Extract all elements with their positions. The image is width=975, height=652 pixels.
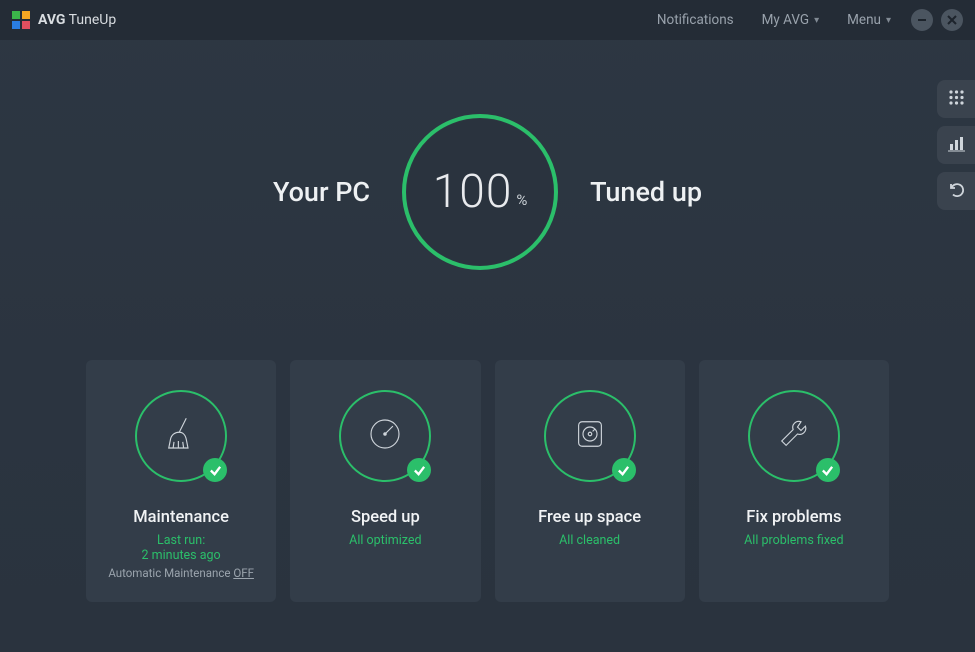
apps-grid-button[interactable] (937, 80, 975, 118)
feature-cards: Maintenance Last run: 2 minutes ago Auto… (0, 360, 975, 602)
hero-right-label: Tuned up (590, 176, 702, 208)
card-icon-ring (135, 390, 227, 482)
progress-ring: 100 % (398, 110, 562, 274)
app-title-rest: TuneUp (69, 12, 117, 28)
broom-icon (160, 413, 202, 459)
auto-maint-label: Automatic Maintenance (108, 566, 233, 580)
card-title: Speed up (351, 508, 420, 527)
undo-button[interactable] (937, 172, 975, 210)
check-icon (816, 458, 840, 482)
card-title: Maintenance (133, 508, 229, 527)
statistics-button[interactable] (937, 126, 975, 164)
hero-left-label: Your PC (273, 176, 370, 208)
minimize-button[interactable] (911, 9, 933, 31)
card-speed-up[interactable]: Speed up All optimized (290, 360, 480, 602)
chevron-down-icon: ▾ (886, 15, 891, 26)
my-avg-menu[interactable]: My AVG ▾ (762, 12, 820, 28)
check-icon (612, 458, 636, 482)
auto-maintenance-toggle[interactable]: OFF (233, 566, 254, 580)
check-icon (407, 458, 431, 482)
brand: AVG TuneUp (12, 11, 116, 29)
card-fix-problems[interactable]: Fix problems All problems fixed (699, 360, 889, 602)
card-icon-ring (544, 390, 636, 482)
card-status-1: All problems fixed (744, 533, 843, 548)
menu-label: Menu (847, 12, 881, 28)
wrench-icon (773, 413, 815, 459)
ring-center: 100 % (407, 119, 553, 265)
undo-icon (948, 181, 965, 202)
notifications-label: Notifications (657, 12, 734, 28)
window-controls (911, 9, 963, 31)
close-button[interactable] (941, 9, 963, 31)
side-tool-rail (937, 80, 975, 210)
progress-unit: % (516, 191, 527, 209)
title-bar: AVG TuneUp Notifications My AVG ▾ Menu ▾ (0, 0, 975, 40)
card-status-2: 2 minutes ago (142, 548, 221, 563)
avg-logo-icon (12, 11, 30, 29)
card-free-up-space[interactable]: Free up space All cleaned (495, 360, 685, 602)
status-hero: Your PC 100 % Tuned up (0, 110, 975, 274)
disk-icon (569, 413, 611, 459)
grid-icon (948, 89, 965, 110)
card-maintenance[interactable]: Maintenance Last run: 2 minutes ago Auto… (86, 360, 276, 602)
card-status-1: All optimized (349, 533, 421, 548)
app-title-bold: AVG (38, 12, 65, 28)
card-status-1: Last run: (157, 533, 205, 548)
notifications-link[interactable]: Notifications (657, 12, 734, 28)
bar-chart-icon (948, 135, 965, 156)
app-title: AVG TuneUp (38, 12, 116, 28)
progress-value: 100 (433, 165, 513, 219)
card-title: Fix problems (746, 508, 841, 527)
top-nav: Notifications My AVG ▾ Menu ▾ (657, 12, 891, 28)
card-icon-ring (339, 390, 431, 482)
my-avg-label: My AVG (762, 12, 809, 28)
chevron-down-icon: ▾ (814, 15, 819, 26)
check-icon (203, 458, 227, 482)
card-status-1: All cleaned (559, 533, 620, 548)
card-icon-ring (748, 390, 840, 482)
menu-dropdown[interactable]: Menu ▾ (847, 12, 891, 28)
card-title: Free up space (538, 508, 641, 527)
gauge-icon (364, 413, 406, 459)
card-extra: Automatic Maintenance OFF (108, 566, 254, 580)
